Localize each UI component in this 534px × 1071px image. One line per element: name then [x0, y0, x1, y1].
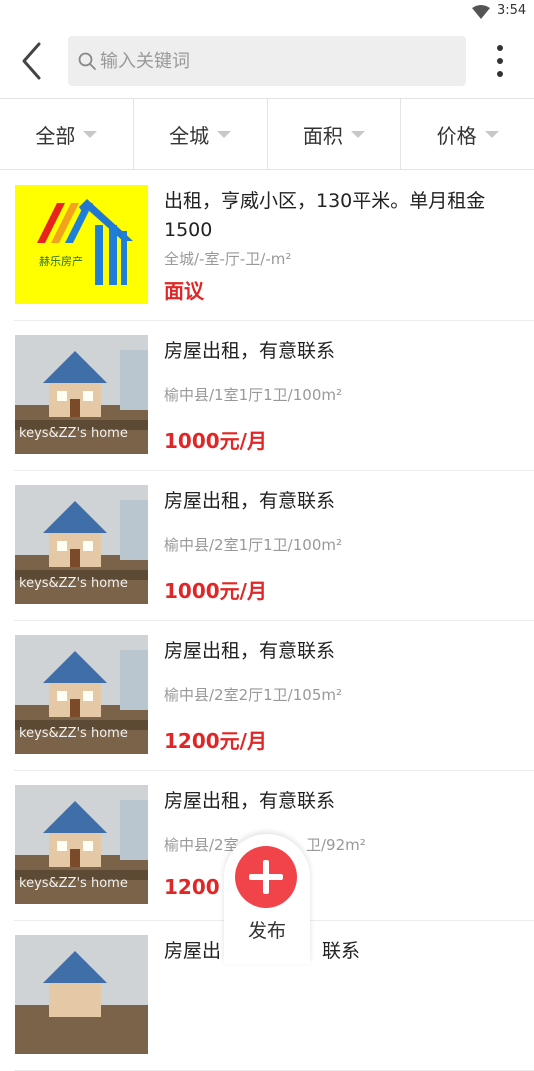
search-icon — [78, 52, 96, 70]
listing-meta: 榆中县/1室1厅1卫/100m² — [164, 386, 342, 404]
photo-caption: keys&ZZ's home — [19, 876, 128, 891]
plus-icon-vertical — [263, 860, 269, 894]
logo-text: 赫乐房产 — [39, 254, 83, 268]
status-time: 3:54 — [497, 3, 527, 18]
publish-label: 发布 — [247, 920, 286, 942]
more-menu-icon[interactable] — [488, 42, 512, 82]
filter-label: 全部 — [35, 123, 76, 148]
listing-thumbnail: keys&ZZ's home — [15, 335, 148, 454]
filter-all[interactable]: 全部 — [0, 99, 134, 169]
listing-meta: 全城/-室-厅-卫/-m² — [164, 250, 292, 268]
listing-item[interactable]: keys&ZZ's home 房屋出租，有意联系 榆中县/1室1厅1卫/100m… — [14, 321, 534, 471]
dropdown-arrow-icon — [217, 130, 232, 138]
back-arrow-icon[interactable] — [14, 40, 52, 82]
listing-thumbnail: keys&ZZ's home — [15, 485, 148, 604]
listing-meta-tail: 卫/92m² — [306, 836, 366, 854]
photo-caption: keys&ZZ's home — [19, 426, 128, 441]
listing-thumbnail: keys&ZZ's home — [15, 785, 148, 904]
listing-price: 1000元/月 — [164, 429, 267, 453]
listing-meta: 榆中县/2室2厅1卫/105m² — [164, 686, 342, 704]
filter-price[interactable]: 价格 — [401, 99, 534, 169]
dropdown-arrow-icon — [350, 130, 365, 138]
photo-caption: keys&ZZ's home — [19, 576, 128, 591]
listing-title: 出租，亨威小区，130平米。单月租金1500 — [164, 190, 486, 241]
listing-title-tail: 联系 — [322, 940, 361, 962]
photo-caption: keys&ZZ's home — [19, 726, 128, 741]
listing-price: 1000元/月 — [164, 579, 267, 603]
search-box[interactable] — [68, 36, 466, 86]
dropdown-arrow-icon — [83, 130, 98, 138]
filter-label: 面积 — [302, 123, 343, 148]
listing-item[interactable]: 赫乐房产 出租，亨威小区，130平米。单月租金1500 全城/-室-厅-卫/-m… — [14, 171, 534, 321]
listing-title: 房屋出租，有意联系 — [164, 340, 336, 362]
filter-label: 价格 — [436, 123, 477, 148]
listing-thumbnail: 赫乐房产 — [15, 185, 148, 304]
listing-meta: 榆中县/2室1厅1卫/100m² — [164, 536, 342, 554]
listing-title: 房屋出租，有意联系 — [164, 640, 336, 662]
add-button[interactable] — [235, 846, 297, 908]
listing-price: 1200 — [164, 875, 220, 899]
listing-thumbnail — [15, 935, 148, 1054]
listing-price: 面议 — [164, 279, 204, 303]
filter-area[interactable]: 面积 — [268, 99, 402, 169]
wifi-icon — [472, 5, 490, 19]
dropdown-arrow-icon — [484, 130, 499, 138]
status-bar: 3:54 — [0, 0, 534, 24]
filter-bar: 全部 全城 面积 价格 — [0, 98, 534, 170]
listing-title: 房屋出租，有意联系 — [164, 790, 336, 812]
search-input[interactable] — [100, 36, 450, 86]
listing-price: 1200元/月 — [164, 729, 267, 753]
listing-title: 房屋出租，有意联系 — [164, 490, 336, 512]
filter-label: 全城 — [169, 123, 210, 148]
listing-item[interactable]: keys&ZZ's home 房屋出租，有意联系 榆中县/2室1厅1卫/100m… — [14, 471, 534, 621]
publish-fab[interactable]: 发布 — [224, 834, 310, 964]
listing-thumbnail: keys&ZZ's home — [15, 635, 148, 754]
toolbar — [0, 24, 534, 98]
filter-city[interactable]: 全城 — [134, 99, 268, 169]
listing-item[interactable]: keys&ZZ's home 房屋出租，有意联系 榆中县/2室2厅1卫/105m… — [14, 621, 534, 771]
